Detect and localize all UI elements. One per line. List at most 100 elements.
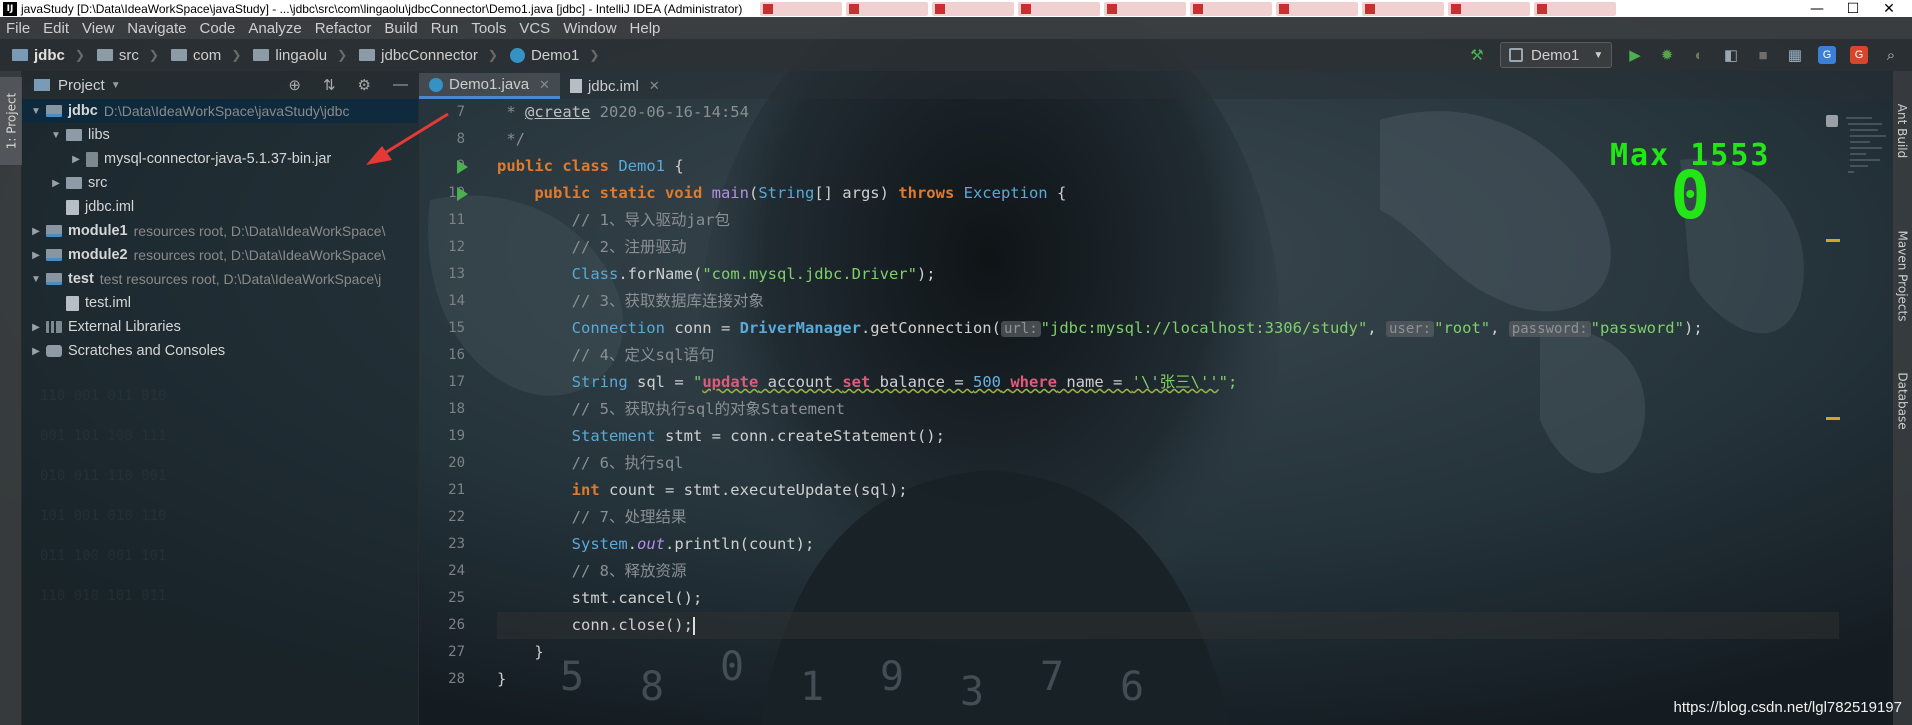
menu-navigate[interactable]: Navigate [121, 20, 193, 37]
tab-jdbc-iml[interactable]: jdbc.iml ✕ [560, 73, 670, 99]
translate-g-icon[interactable]: G [1850, 46, 1868, 64]
code-token: "com.mysql.jdbc.Driver" [702, 265, 917, 283]
chevron-right-icon[interactable]: ▶ [28, 322, 44, 333]
warning-marker[interactable] [1826, 417, 1840, 420]
tree-item-module2[interactable]: ▶ module2 resources root, D:\Data\IdeaWork… [22, 243, 418, 267]
breadcrumb-jdbcconnector[interactable]: jdbcConnector ❯ [347, 47, 498, 64]
chevron-down-icon[interactable]: ▼ [111, 80, 121, 91]
menu-view[interactable]: View [76, 20, 121, 37]
stop-icon[interactable]: ■ [1754, 46, 1772, 64]
debug-icon[interactable]: ✹ [1658, 46, 1676, 64]
hide-panel-icon[interactable]: — [393, 76, 408, 94]
chevron-right-icon[interactable]: ▶ [28, 226, 44, 237]
inspection-status-icon[interactable] [1826, 115, 1838, 127]
profile-icon[interactable]: ◧ [1722, 46, 1740, 64]
code-token: conn = [664, 319, 740, 337]
taskbar-item[interactable] [1104, 1, 1187, 16]
breadcrumb-com[interactable]: com ❯ [159, 47, 241, 64]
menu-tools[interactable]: Tools [465, 20, 513, 37]
taskbar-item[interactable] [932, 1, 1015, 16]
coverage-icon[interactable]: ◐ [1690, 46, 1708, 64]
menu-edit[interactable]: Edit [37, 20, 76, 37]
maven-projects-tool-button[interactable]: Maven Projects [1893, 211, 1912, 341]
tree-item-scratches-and-consoles[interactable]: ▶ Scratches and Consoles [22, 339, 418, 363]
tree-item-jdbc-iml[interactable]: jdbc.iml [22, 195, 418, 219]
menu-build[interactable]: Build [378, 20, 424, 37]
menu-window[interactable]: Window [557, 20, 623, 37]
run-main-gutter-icon[interactable] [457, 187, 468, 201]
code-token: } [534, 643, 544, 661]
code-minimap[interactable] [1842, 112, 1890, 192]
ant-build-tool-button[interactable]: Ant Build [1893, 91, 1912, 171]
tree-item-external-libraries[interactable]: ▶ External Libraries [22, 315, 418, 339]
tree-item-src[interactable]: ▶ src [22, 171, 418, 195]
tree-item-libs[interactable]: ▼ libs [22, 123, 418, 147]
taskbar-item[interactable] [1362, 1, 1445, 16]
warning-marker[interactable] [1826, 239, 1840, 242]
breadcrumb-lingaolu[interactable]: lingaolu ❯ [241, 47, 347, 64]
taskbar-item[interactable] [1534, 1, 1617, 16]
breadcrumb-jdbc[interactable]: jdbc ❯ [0, 47, 85, 64]
tree-item-label: Scratches and Consoles [68, 343, 226, 359]
menu-run[interactable]: Run [425, 20, 466, 37]
editor-error-stripe[interactable] [1826, 99, 1840, 725]
gear-icon[interactable]: ⚙ [358, 76, 371, 94]
folder-icon [66, 177, 82, 189]
tab-demo1-java[interactable]: Demo1.java ✕ [419, 73, 560, 99]
breadcrumb-demo1[interactable]: Demo1 ❯ [498, 47, 599, 64]
code-line-16: // 4、定义sql语句 [497, 342, 1839, 369]
translate-icon[interactable]: G [1818, 46, 1836, 64]
tree-item-module1[interactable]: ▶ module1 resources root, D:\Data\IdeaWork… [22, 219, 418, 243]
menu-file[interactable]: File [0, 20, 37, 37]
maximize-button[interactable]: ☐ [1844, 1, 1862, 17]
menu-analyze[interactable]: Analyze [242, 20, 308, 37]
chevron-down-icon[interactable]: ▼ [48, 130, 64, 141]
code-line-7: * @create 2020-06-16-14:54 [497, 99, 1839, 126]
code-token: */ [497, 130, 525, 148]
taskbar-item[interactable] [760, 1, 843, 16]
menu-vcs[interactable]: VCS [513, 20, 557, 37]
code-token: .getConnection( [860, 319, 1001, 337]
chevron-right-icon[interactable]: ▶ [28, 250, 44, 261]
chevron-down-icon[interactable]: ▼ [28, 274, 44, 285]
tree-item-jdbc[interactable]: ▼ jdbc D:\Data\IdeaWorkSpace\javaStudy\jdb… [22, 99, 418, 123]
taskbar-item[interactable] [1190, 1, 1273, 16]
close-button[interactable]: ✕ [1880, 1, 1898, 17]
breadcrumb-src[interactable]: src ❯ [85, 47, 159, 64]
code-token: { [665, 157, 684, 175]
tree-item-test-iml[interactable]: test.iml [22, 291, 418, 315]
tree-item-mysql-connector-java-5-1-37-bin-jar[interactable]: ▶ mysql-connector-java-5.1.37-bin.jar [22, 147, 418, 171]
editor-gutter: 7 8 9 10 11 12 13 14 15 16 17 18 19 20 21 22 23 24 25 26 27 2… [419, 99, 497, 725]
locate-file-icon[interactable]: ⊕ [288, 76, 301, 94]
code-line-18: // 5、获取执行sql的对象Statement [497, 396, 1839, 423]
close-icon[interactable]: ✕ [649, 78, 660, 94]
taskbar-item[interactable] [1018, 1, 1101, 16]
menu-refactor[interactable]: Refactor [309, 20, 379, 37]
run-icon[interactable]: ▶ [1626, 46, 1644, 64]
code-token: Demo1 [618, 157, 665, 175]
package-icon [253, 49, 270, 61]
tree-item-test[interactable]: ▼ test test resources root, D:\Data\IdeaWo… [22, 267, 418, 291]
chevron-down-icon[interactable]: ▼ [28, 106, 44, 117]
menu-code[interactable]: Code [193, 20, 242, 37]
database-tool-button[interactable]: Database [1893, 361, 1912, 441]
close-icon[interactable]: ✕ [539, 77, 550, 93]
taskbar-item[interactable] [1448, 1, 1531, 16]
menu-help[interactable]: Help [624, 20, 668, 37]
chevron-right-icon[interactable]: ▶ [48, 178, 64, 189]
search-everywhere-icon[interactable]: ⌕ [1882, 46, 1900, 64]
project-panel-title[interactable]: Project [58, 77, 105, 94]
chevron-right-icon[interactable]: ▶ [68, 154, 84, 165]
taskbar-item[interactable] [1276, 1, 1359, 16]
taskbar-item[interactable] [846, 1, 929, 16]
code-token: // 5、获取执行sql的对象Statement [571, 400, 845, 418]
run-configuration-dropdown[interactable]: Demo1 ▼ [1500, 42, 1612, 68]
project-tool-window-button[interactable]: 1: Project [0, 77, 22, 165]
project-structure-icon[interactable]: ▦ [1786, 46, 1804, 64]
run-class-gutter-icon[interactable] [457, 160, 468, 174]
minimize-button[interactable]: — [1808, 1, 1826, 17]
collapse-all-icon[interactable]: ⇅ [323, 76, 336, 94]
hammer-icon[interactable]: ⚒ [1468, 46, 1486, 64]
code-token: , [1490, 319, 1509, 337]
chevron-right-icon[interactable]: ▶ [28, 346, 44, 357]
